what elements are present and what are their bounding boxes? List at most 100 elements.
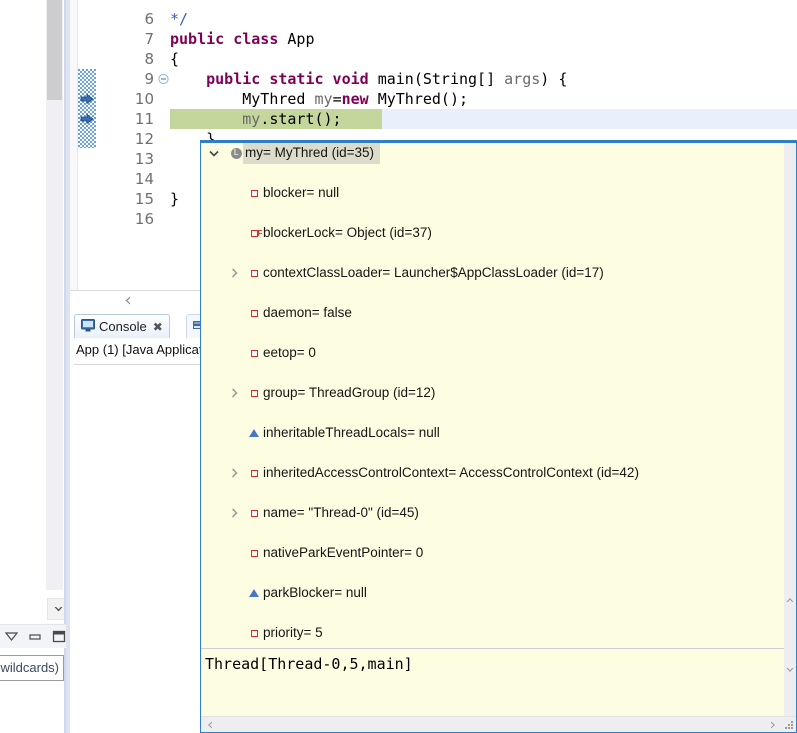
variable-tree-row[interactable]: daemon= false	[201, 303, 784, 323]
variable-label: daemon= false	[263, 305, 352, 320]
code-line[interactable]: */	[170, 9, 797, 29]
variable-tree-row[interactable]: inheritableThreadLocals= null	[201, 423, 784, 443]
variable-tree-row[interactable]: eetop= 0	[201, 343, 784, 363]
chevron-right-icon[interactable]	[227, 503, 241, 523]
code-line[interactable]: MyThred my=new MyThred();	[170, 89, 797, 109]
line-number: 11	[134, 110, 154, 128]
variable-label: eetop= 0	[263, 345, 316, 360]
chevron-right-icon[interactable]	[227, 263, 241, 283]
outer-vertical-scrollbar-thumb[interactable]	[47, 0, 62, 100]
chevron-right-icon[interactable]	[227, 383, 241, 403]
line-number: 16	[134, 210, 154, 228]
search-input[interactable]: wildcards)	[0, 655, 64, 681]
variable-tree-row[interactable]: parkBlocker= null	[201, 583, 784, 603]
line-number: 6	[144, 10, 154, 28]
variable-tree-row[interactable]: group= ThreadGroup (id=12)	[201, 383, 784, 403]
variable-tree-row[interactable]: blockerLock= Object (id=37)	[201, 223, 784, 244]
scroll-right-button[interactable]	[766, 717, 780, 732]
variable-label: blockerLock= Object (id=37)	[263, 225, 432, 240]
code-line[interactable]: my.start();	[170, 109, 797, 129]
line-number: 8	[144, 50, 154, 68]
line-number-ruler: 6 7 8 9 10 11 12 13 14 15 16	[96, 0, 160, 298]
line-number: 10	[134, 90, 154, 108]
left-rail: wildcards)	[0, 0, 70, 733]
variable-tree-row[interactable]: blocker= null	[201, 183, 784, 203]
breakpoint-hit-icon[interactable]	[78, 89, 96, 109]
code-line[interactable]: public static void main(String[] args) {	[170, 69, 797, 89]
chevron-left-icon	[208, 721, 212, 728]
debug-variable-hover-popup[interactable]: Lmy= MyThred (id=35) blocker= null blocker…	[200, 140, 797, 733]
chevron-left-icon	[125, 296, 130, 304]
variable-tree-row[interactable]: name= "Thread-0" (id=45)	[201, 503, 784, 523]
variable-label: priority= 5	[263, 625, 323, 640]
scroll-left-button[interactable]	[203, 717, 217, 732]
breakpoint-column[interactable]	[78, 0, 96, 298]
variable-tree-row[interactable]: inheritedAccessControlContext= AccessCon…	[201, 463, 784, 483]
tooltip-horizontal-scrollbar[interactable]	[201, 716, 796, 732]
code-line-text: my.start();	[242, 110, 342, 128]
eclipse-debug-screen: wildcards) 6 7 8 9 10 11 12 13 14 15 16 */ public c…	[0, 0, 797, 733]
variable-label: nativeParkEventPointer= 0	[263, 545, 424, 560]
line-number: 9	[144, 70, 154, 88]
console-output-text: Thread[Thread-0,5,main]	[201, 648, 784, 720]
variable-label: inheritableThreadLocals= null	[263, 425, 440, 440]
code-line-text: {	[170, 50, 180, 68]
line-number: 12	[134, 130, 154, 148]
tooltip-vertical-scrollbar[interactable]	[784, 143, 796, 716]
variable-label: group= ThreadGroup (id=12)	[263, 385, 436, 400]
line-number: 14	[134, 170, 154, 188]
view-toolbar	[0, 624, 66, 648]
private-field-icon	[247, 623, 261, 643]
console-monitor-icon	[81, 318, 95, 335]
chevron-up-icon	[786, 598, 794, 602]
private-final-field-icon	[247, 223, 262, 244]
variable-label: contextClassLoader= Launcher$AppClassLoa…	[263, 265, 604, 280]
resize-grip-icon[interactable]	[784, 720, 794, 730]
variable-label: my= MyThred (id=35)	[243, 143, 381, 164]
variable-tree[interactable]: Lmy= MyThred (id=35) blocker= null blocker…	[201, 143, 784, 648]
fold-collapse-icon[interactable]	[158, 69, 170, 89]
variable-label: parkBlocker= null	[263, 585, 367, 600]
variable-tree-row[interactable]: nativeParkEventPointer= 0	[201, 543, 784, 563]
variable-tree-row[interactable]: contextClassLoader= Launcher$AppClassLoa…	[201, 263, 784, 283]
close-icon[interactable]: ✖	[153, 320, 163, 334]
private-field-icon	[247, 183, 261, 203]
private-field-icon	[247, 303, 261, 323]
line-number: 15	[134, 190, 154, 208]
local-variable-icon: L	[229, 143, 243, 163]
minimize-icon[interactable]	[28, 629, 43, 645]
private-field-icon	[247, 263, 261, 283]
chevron-right-icon	[771, 721, 775, 728]
code-line-text: public static void main(String[] args) {	[206, 70, 568, 88]
variable-label: inheritedAccessControlContext= AccessCon…	[263, 465, 639, 480]
view-menu-icon[interactable]	[4, 629, 19, 645]
private-field-icon	[247, 503, 261, 523]
chevron-down-icon	[786, 668, 794, 672]
line-number: 7	[144, 30, 154, 48]
private-field-icon	[247, 383, 261, 403]
chevron-right-icon[interactable]	[227, 463, 241, 483]
code-line[interactable]: public class App	[170, 29, 797, 49]
code-line-text: public class App	[170, 30, 315, 48]
variable-tree-row[interactable]: priority= 5	[201, 623, 784, 643]
current-frame-arrow-icon[interactable]	[78, 109, 96, 129]
editor-annotation-ruler[interactable]	[70, 0, 78, 298]
code-line[interactable]: {	[170, 49, 797, 69]
console-launch-label: App (1) [Java Applicat	[76, 342, 203, 357]
scroll-down-button[interactable]	[784, 663, 796, 677]
private-field-icon	[247, 543, 261, 563]
chevron-down-icon	[54, 606, 62, 611]
maximize-icon[interactable]	[51, 629, 66, 645]
variable-label: name= "Thread-0" (id=45)	[263, 505, 419, 520]
default-field-icon	[247, 423, 261, 443]
line-number: 13	[134, 150, 154, 168]
chevron-down-icon[interactable]	[207, 143, 221, 163]
editor-scroll-left-button[interactable]	[120, 292, 134, 308]
scroll-up-button[interactable]	[784, 593, 796, 607]
line-selection-highlight	[382, 109, 797, 129]
code-line-text: MyThred my=new MyThred();	[170, 90, 469, 108]
tab-console[interactable]: Console ✖	[74, 314, 170, 338]
variable-tree-root-row[interactable]: Lmy= MyThred (id=35)	[201, 143, 784, 164]
private-field-icon	[247, 463, 261, 483]
private-field-icon	[247, 343, 261, 363]
